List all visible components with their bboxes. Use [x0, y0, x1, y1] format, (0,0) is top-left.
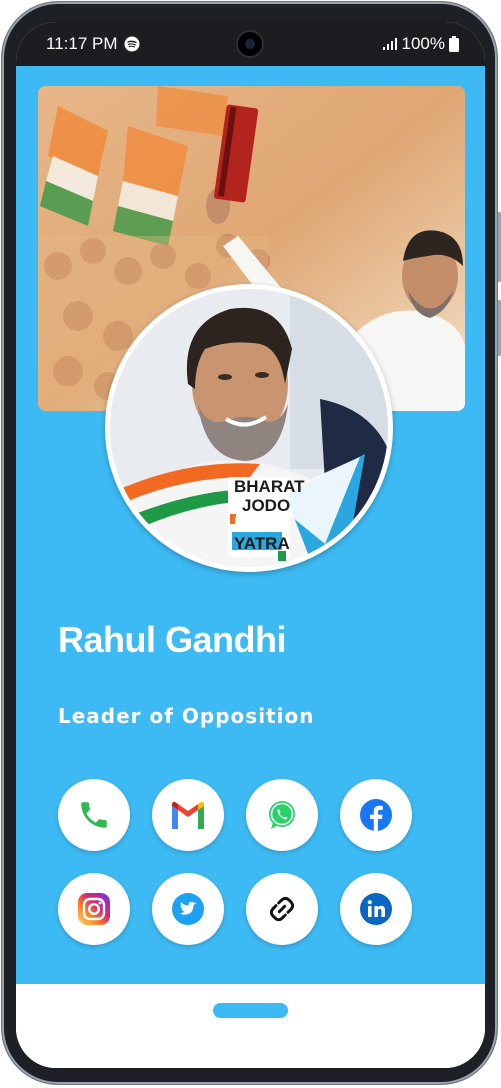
phone-icon [81, 802, 107, 828]
email-button[interactable] [152, 779, 224, 851]
battery-percent: 100% [401, 34, 445, 53]
profile-name: Rahul Gandhi [58, 619, 287, 660]
link-icon [269, 896, 295, 922]
linkedin-button[interactable] [340, 873, 412, 945]
whatsapp-button[interactable] [246, 779, 318, 851]
website-button[interactable] [246, 873, 318, 945]
bottom-bar [16, 984, 485, 1068]
linkedin-icon [360, 893, 392, 925]
badge-line-2: JODO [242, 496, 291, 515]
badge-line-4: YATRA [234, 534, 290, 553]
front-camera [238, 32, 262, 56]
profile-title: Leader of Opposition [58, 704, 315, 728]
twitter-icon [172, 893, 204, 925]
status-bar: 11:17 PM 100% [16, 22, 485, 66]
badge-text: BHARAT JODO NYAY YATRA [234, 477, 305, 553]
battery-icon [449, 36, 459, 52]
whatsapp-icon [269, 801, 295, 829]
signal-icon [382, 38, 397, 50]
facebook-button[interactable] [340, 779, 412, 851]
profile-avatar: BHARAT JODO NYAY YATRA [105, 284, 393, 572]
phone-button[interactable] [58, 779, 130, 851]
twitter-button[interactable] [152, 873, 224, 945]
badge-line-3: NYAY [234, 514, 281, 534]
screen: 11:17 PM 100% BHARAT JODO NYAY YATRA Rah… [16, 22, 485, 1068]
status-time: 11:17 PM [46, 34, 118, 53]
instagram-icon [78, 893, 110, 925]
phone-frame: 11:17 PM 100% BHARAT JODO NYAY YATRA Rah… [0, 0, 501, 1088]
facebook-icon [360, 799, 392, 831]
gmail-icon [172, 801, 204, 829]
profile-card: BHARAT JODO NYAY YATRA Rahul Gandhi Lead… [16, 66, 485, 984]
badge-line-1: BHARAT [234, 477, 305, 496]
home-indicator[interactable] [213, 1003, 288, 1018]
spotify-icon [124, 36, 140, 52]
instagram-button[interactable] [58, 873, 130, 945]
